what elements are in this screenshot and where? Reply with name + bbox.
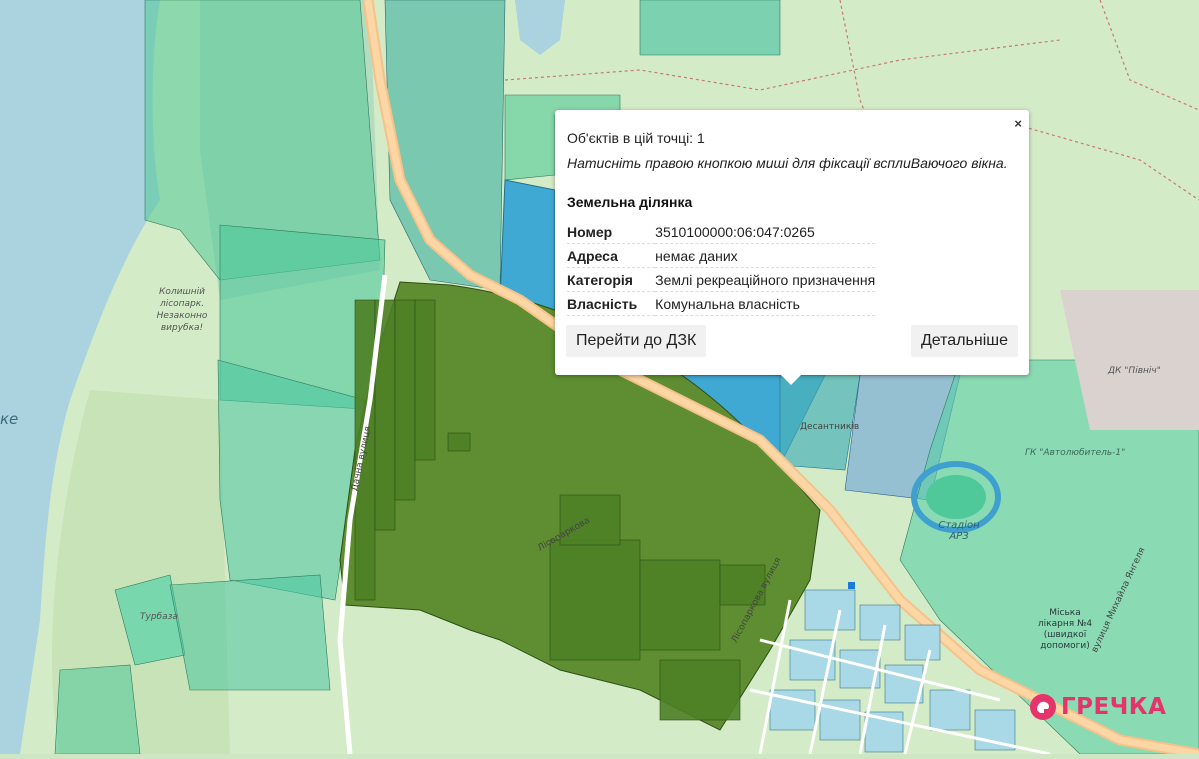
parcel-attributes-table: Номер 3510100000:06:047:0265 Адреса нема… <box>567 220 876 316</box>
attribute-key: Власність <box>567 291 656 316</box>
popup-tip <box>780 374 802 385</box>
attribute-key: Номер <box>567 220 656 244</box>
attribute-value: 3510100000:06:047:0265 <box>655 220 876 244</box>
cadastre-parcel-e <box>54 664 141 755</box>
parcel-info-popup: × Об'єктів в цій точці: 1 Натисніть прав… <box>555 110 1029 385</box>
brand-logo[interactable]: ГРЕЧКА <box>1029 693 1166 721</box>
brand-name: ГРЕЧКА <box>1061 694 1167 720</box>
attribute-row: Номер 3510100000:06:047:0265 <box>567 220 876 244</box>
goto-dzk-button[interactable]: Перейти до ДЗК <box>566 325 707 357</box>
attribute-row: Адреса немає даних <box>567 243 876 268</box>
map-marker-icon[interactable] <box>848 582 855 589</box>
stadium-field <box>926 475 986 519</box>
attribute-key: Категорія <box>567 267 656 292</box>
cadastre-parcel-h <box>639 0 781 56</box>
street-label-desantnykiv: Десантників <box>800 422 860 432</box>
popup-hint: Натисніть правою кнопкою миші для фіксац… <box>567 155 1008 171</box>
details-button[interactable]: Детальніше <box>910 325 1018 357</box>
objects-count: Об'єктів в цій точці: 1 <box>567 130 705 146</box>
attribute-key: Адреса <box>567 243 656 268</box>
attribute-value: немає даних <box>655 243 876 268</box>
close-icon[interactable]: × <box>1014 116 1022 131</box>
attribute-row: Категорія Землі рекреаційного призначенн… <box>567 267 876 292</box>
attribute-row: Власність Комунальна власність <box>567 291 876 316</box>
popup-title: Земельна ділянка <box>567 194 693 210</box>
brand-logo-icon <box>1030 694 1056 720</box>
attribute-value: Землі рекреаційного призначення <box>655 267 876 292</box>
cadastre-parcel-d <box>169 574 331 691</box>
popup-actions: Перейти до ДЗК Детальніше <box>566 325 1018 357</box>
attribute-value: Комунальна власність <box>655 291 876 316</box>
